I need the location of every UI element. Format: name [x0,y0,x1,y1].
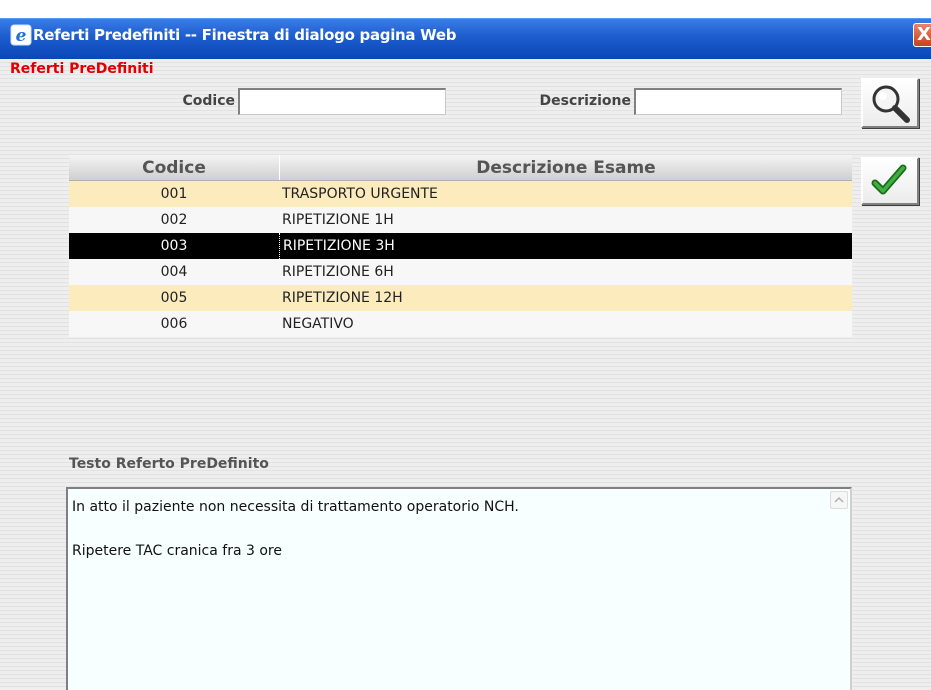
cell-codice: 006 [160,316,188,332]
table-row[interactable]: 002 RIPETIZIONE 1H [69,207,852,233]
column-header-descrizione[interactable]: Descrizione Esame [279,155,852,180]
confirm-button[interactable] [861,157,919,205]
window-title: Referti Predefiniti -- Finestra di dialo… [33,26,457,44]
descrizione-label: Descrizione [539,93,631,109]
table-row[interactable]: 005 RIPETIZIONE 12H [69,285,852,311]
window-titlebar: e Referti Predefiniti -- Finestra di dia… [0,18,931,59]
table-header: Codice Descrizione Esame [69,155,852,181]
testo-line-2: Ripetere TAC cranica fra 3 ore [72,543,282,559]
cell-descrizione: RIPETIZIONE 3H [279,233,852,259]
table-row-selected[interactable]: 003 RIPETIZIONE 3H [69,233,852,259]
cell-descrizione: NEGATIVO [282,316,354,332]
close-icon: X [917,24,931,45]
magnifier-icon [872,85,910,123]
checkmark-icon [871,164,907,195]
table-row[interactable]: 001 TRASPORTO URGENTE [69,181,852,207]
cell-descrizione: TRASPORTO URGENTE [282,186,438,202]
search-button[interactable] [861,78,919,128]
codice-label: Codice [182,93,235,109]
top-strip [0,0,931,18]
close-button[interactable]: X [913,23,931,47]
cell-descrizione: RIPETIZIONE 12H [282,290,403,306]
internet-explorer-icon: e [10,24,32,46]
testo-referto-label: Testo Referto PreDefinito [69,456,269,472]
dialog-content: Referti PreDefiniti Codice Descrizione C… [0,59,931,690]
chevron-up-icon [834,496,844,503]
cell-codice: 002 [160,212,188,228]
testo-referto-textarea[interactable]: In atto il paziente non necessita di tra… [66,487,852,690]
cell-codice: 001 [160,186,188,202]
page-title: Referti PreDefiniti [10,61,154,77]
table-row[interactable]: 004 RIPETIZIONE 6H [69,259,852,285]
descrizione-search-input[interactable] [634,88,842,115]
cell-codice: 003 [160,238,188,254]
referti-table: Codice Descrizione Esame 001 TRASPORTO U… [69,155,852,337]
cell-descrizione: RIPETIZIONE 6H [282,264,394,280]
testo-line-1: In atto il paziente non necessita di tra… [72,499,519,515]
cell-codice: 004 [160,264,188,280]
table-row[interactable]: 006 NEGATIVO [69,311,852,337]
codice-search-input[interactable] [238,88,446,115]
cell-descrizione: RIPETIZIONE 1H [282,212,394,228]
svg-text:e: e [16,26,27,46]
cell-codice: 005 [160,290,188,306]
scrollbar-up-button[interactable] [830,491,848,509]
column-header-codice[interactable]: Codice [69,155,279,180]
